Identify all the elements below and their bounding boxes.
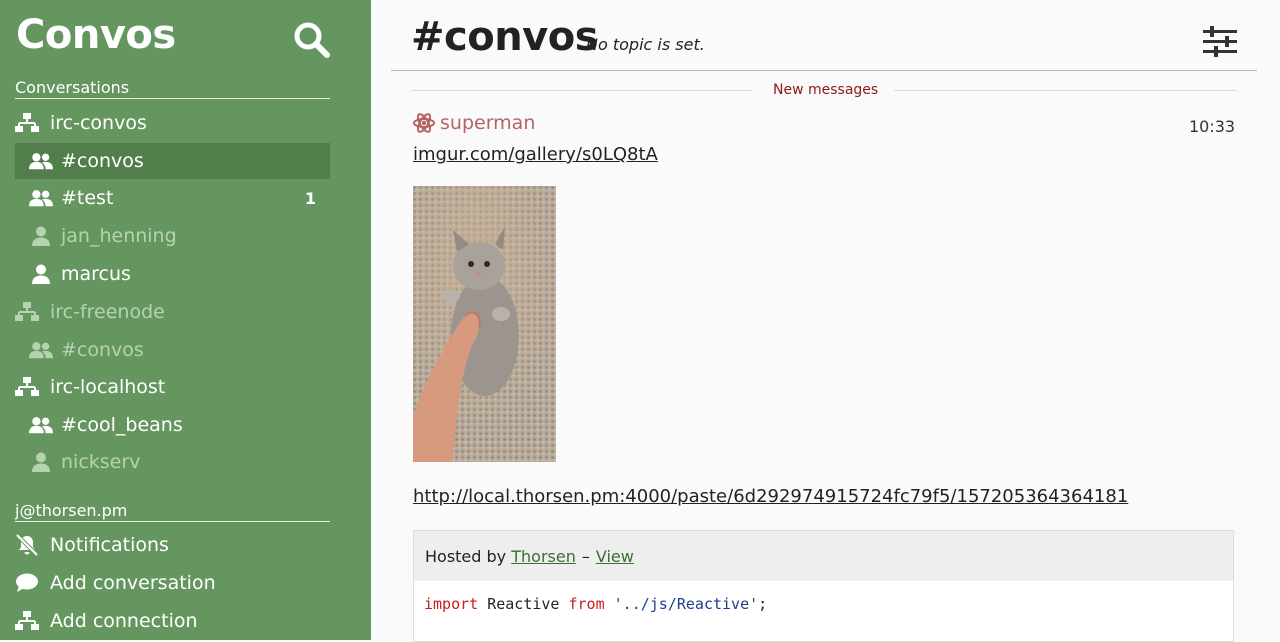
sidebar-item-cool-beans-channel[interactable]: #cool_beans bbox=[15, 407, 330, 443]
network-icon bbox=[15, 302, 39, 322]
sidebar-item-freenode-convos-channel[interactable]: #convos bbox=[15, 332, 330, 368]
sidebar-item-label: #test bbox=[61, 187, 114, 209]
sidebar-item-irc-freenode[interactable]: irc-freenode bbox=[15, 294, 330, 330]
sidebar-item-label: #convos bbox=[61, 339, 144, 361]
sidebar-item-test-channel[interactable]: #test 1 bbox=[15, 180, 330, 216]
sidebar-item-irc-localhost[interactable]: irc-localhost bbox=[15, 369, 330, 405]
header-divider bbox=[391, 70, 1257, 71]
speech-bubble-icon bbox=[15, 573, 39, 593]
sidebar-item-nickserv[interactable]: nickserv bbox=[15, 444, 330, 480]
users-icon bbox=[29, 151, 53, 171]
channel-topic: No topic is set. bbox=[586, 35, 705, 54]
hosted-by-label: Hosted by bbox=[425, 546, 507, 566]
bell-slash-icon bbox=[15, 534, 39, 556]
sidebar: Convos Conversations irc-convos #convos … bbox=[0, 0, 371, 640]
code-punct: ; bbox=[758, 595, 768, 613]
code-snippet: import Reactive from '../js/Reactive'; bbox=[414, 581, 1233, 627]
paste-embed: Hosted by Thorsen – View import Reactive… bbox=[413, 530, 1234, 642]
brand-logo: Convos bbox=[16, 12, 176, 58]
add-conversation-link[interactable]: Add conversation bbox=[15, 565, 330, 601]
new-messages-divider: New messages bbox=[391, 82, 1257, 100]
sidebar-item-label: Add connection bbox=[50, 610, 198, 632]
page-title: #convos bbox=[411, 14, 599, 60]
sidebar-item-jan-henning[interactable]: jan_henning bbox=[15, 218, 330, 254]
sidebar-item-label: jan_henning bbox=[61, 225, 177, 247]
paste-link[interactable]: http://local.thorsen.pm:4000/paste/6d292… bbox=[413, 486, 1128, 507]
code-keyword: import bbox=[424, 595, 479, 613]
unread-count-badge: 1 bbox=[304, 188, 316, 208]
embed-author-link[interactable]: Thorsen bbox=[511, 547, 576, 566]
message-timestamp: 10:33 bbox=[1189, 117, 1236, 136]
user-icon bbox=[29, 226, 53, 246]
code-keyword: from bbox=[568, 595, 605, 613]
notifications-link[interactable]: Notifications bbox=[15, 527, 330, 563]
atom-icon bbox=[413, 112, 435, 134]
user-icon bbox=[29, 264, 53, 284]
sidebar-item-convos-channel[interactable]: #convos bbox=[15, 143, 330, 179]
embed-view-link[interactable]: View bbox=[596, 547, 634, 566]
sidebar-item-label: nickserv bbox=[61, 451, 141, 473]
author-name: superman bbox=[440, 112, 536, 134]
network-icon bbox=[15, 611, 39, 631]
sidebar-item-label: Notifications bbox=[50, 534, 169, 556]
users-icon bbox=[29, 415, 53, 435]
network-icon bbox=[15, 377, 39, 397]
add-connection-link[interactable]: Add connection bbox=[15, 603, 330, 639]
sidebar-item-label: #cool_beans bbox=[61, 414, 183, 436]
sidebar-item-label: irc-freenode bbox=[50, 301, 165, 323]
users-icon bbox=[29, 188, 53, 208]
users-icon bbox=[29, 340, 53, 360]
new-messages-label: New messages bbox=[773, 82, 879, 98]
imgur-link[interactable]: imgur.com/gallery/s0LQ8tA bbox=[413, 144, 658, 165]
sidebar-item-marcus[interactable]: marcus bbox=[15, 256, 330, 292]
sidebar-item-label: Add conversation bbox=[50, 572, 216, 594]
sidebar-item-label: irc-convos bbox=[50, 112, 147, 134]
conversation-pane: #convos No topic is set. New messages su… bbox=[371, 0, 1280, 642]
message-author[interactable]: superman bbox=[413, 112, 535, 134]
embed-header: Hosted by Thorsen – View bbox=[414, 531, 1233, 581]
search-icon[interactable] bbox=[292, 20, 332, 60]
network-icon bbox=[15, 113, 39, 133]
code-string: '../js/Reactive' bbox=[613, 595, 759, 613]
sidebar-item-label: marcus bbox=[61, 263, 131, 285]
code-identifier: Reactive bbox=[487, 595, 560, 613]
conversations-heading: Conversations bbox=[15, 78, 330, 99]
sidebar-item-label: irc-localhost bbox=[50, 376, 166, 398]
sidebar-item-irc-convos[interactable]: irc-convos bbox=[15, 105, 330, 141]
account-heading: j@thorsen.pm bbox=[15, 501, 330, 522]
kitten-image-thumbnail[interactable] bbox=[413, 186, 556, 462]
settings-sliders-icon[interactable] bbox=[1203, 26, 1237, 58]
user-icon bbox=[29, 452, 53, 472]
embed-separator: – bbox=[581, 546, 590, 566]
sidebar-item-label: #convos bbox=[61, 150, 144, 172]
